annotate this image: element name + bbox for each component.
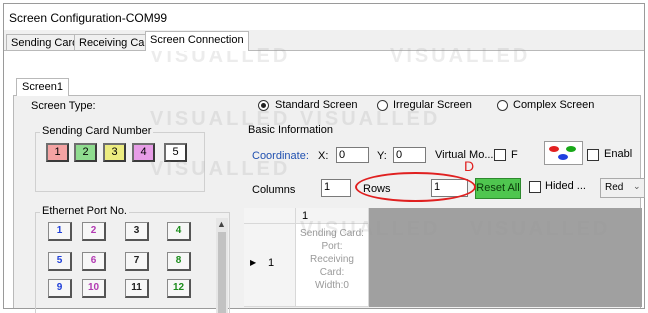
grid-cell-line: Receiving	[310, 254, 354, 265]
screen-grid: 1 ▶ 1 Sending Card: Port: Receiving Card: Wi…	[244, 208, 642, 307]
ethernet-port-10-button[interactable]: 10	[82, 279, 106, 298]
grid-row-header: ▶ 1	[244, 224, 296, 307]
column-header-label: 1	[302, 210, 309, 222]
ethernet-port-6-button[interactable]: 6	[82, 252, 106, 271]
color-select[interactable]: Red ⌄	[600, 178, 645, 198]
ethernet-scroll-thumb[interactable]	[218, 232, 226, 313]
radio-standard-screen[interactable]	[258, 100, 269, 111]
sending-card-5-button[interactable]: 5	[164, 143, 187, 162]
sending-card-number-group	[35, 132, 205, 192]
grid-cell-line: Sending Card:	[300, 228, 364, 239]
tab-screen1[interactable]: Screen1	[16, 78, 69, 96]
ethernet-port-8-button[interactable]: 8	[167, 252, 191, 271]
ethernet-port-5-button[interactable]: 5	[48, 252, 72, 271]
ethernet-port-2-button[interactable]: 2	[82, 222, 106, 241]
tab-sending-card[interactable]: Sending Card	[6, 34, 84, 51]
grid-cell-text: Sending Card: Port: Receiving Card: Width:0	[296, 227, 368, 292]
ethernet-port-11-button[interactable]: 11	[125, 279, 149, 298]
rgb-color-icon[interactable]	[544, 141, 583, 165]
radio-irregular-screen[interactable]	[377, 100, 388, 111]
grid-column-header: 1	[296, 208, 369, 224]
row-pointer-icon: ▶	[250, 258, 257, 267]
screen-type-label: Screen Type:	[31, 100, 96, 112]
ethernet-port-label: Ethernet Port No.	[40, 205, 129, 217]
rgb-dots-icon	[549, 146, 576, 160]
standard-screen-label[interactable]: Standard Screen	[275, 99, 358, 111]
ethernet-port-12-button[interactable]: 12	[167, 279, 191, 298]
columns-label: Columns	[252, 184, 296, 196]
enable-label: Enabl	[604, 148, 633, 160]
sending-card-1-button[interactable]: 1	[46, 143, 69, 162]
ethernet-port-7-button[interactable]: 7	[125, 252, 149, 271]
grid-corner	[244, 208, 296, 224]
chevron-down-icon: ⌄	[633, 181, 641, 191]
row-header-label: 1	[268, 257, 275, 269]
y-coordinate-input[interactable]: 0	[393, 147, 426, 163]
ethernet-port-9-button[interactable]: 9	[48, 279, 72, 298]
virtual-mode-checkbox[interactable]	[494, 149, 506, 161]
x-coordinate-input[interactable]: 0	[336, 147, 369, 163]
title-bar: Screen Configuration-COM99	[4, 4, 644, 30]
complex-screen-label[interactable]: Complex Screen	[513, 99, 594, 111]
tab-screen-connection[interactable]: Screen Connection	[145, 31, 249, 51]
annotation-letter: D	[464, 158, 475, 174]
sending-card-number-label: Sending Card Number	[40, 125, 154, 137]
f-label: F	[511, 149, 518, 161]
sending-card-3-button[interactable]: 3	[103, 143, 126, 162]
columns-input[interactable]: 1	[321, 179, 351, 197]
color-select-value: Red	[605, 182, 624, 193]
coordinate-label: Coordinate:	[252, 150, 309, 162]
grid-cell-1-1[interactable]: Sending Card: Port: Receiving Card: Width:0	[296, 224, 369, 307]
basic-information-label: Basic Information	[248, 124, 333, 136]
ethernet-port-3-button[interactable]: 3	[125, 222, 149, 241]
ethernet-port-1-button[interactable]: 1	[48, 222, 72, 241]
grid-cell-line: Width:0	[315, 280, 349, 291]
grid-cell-line: Card:	[319, 267, 345, 278]
main-tabs: Sending Card Receiving Card Screen Conne…	[4, 31, 644, 51]
window-title: Screen Configuration-COM99	[9, 11, 168, 25]
radio-complex-screen[interactable]	[497, 100, 508, 111]
grid-cell-line: Port:	[321, 241, 343, 252]
x-label: X:	[318, 150, 329, 162]
enable-checkbox[interactable]	[587, 149, 599, 161]
sending-card-4-button[interactable]: 4	[132, 143, 155, 162]
hided-label: Hided ...	[545, 180, 586, 192]
scroll-up-icon[interactable]: ▲	[217, 219, 226, 229]
hided-checkbox[interactable]	[529, 181, 541, 193]
annotation-ellipse	[355, 172, 476, 202]
y-label: Y:	[377, 150, 387, 162]
irregular-screen-label[interactable]: Irregular Screen	[393, 99, 472, 111]
ethernet-port-4-button[interactable]: 4	[167, 222, 191, 241]
sending-card-2-button[interactable]: 2	[74, 143, 97, 162]
reset-all-button[interactable]: Reset All	[475, 178, 521, 199]
